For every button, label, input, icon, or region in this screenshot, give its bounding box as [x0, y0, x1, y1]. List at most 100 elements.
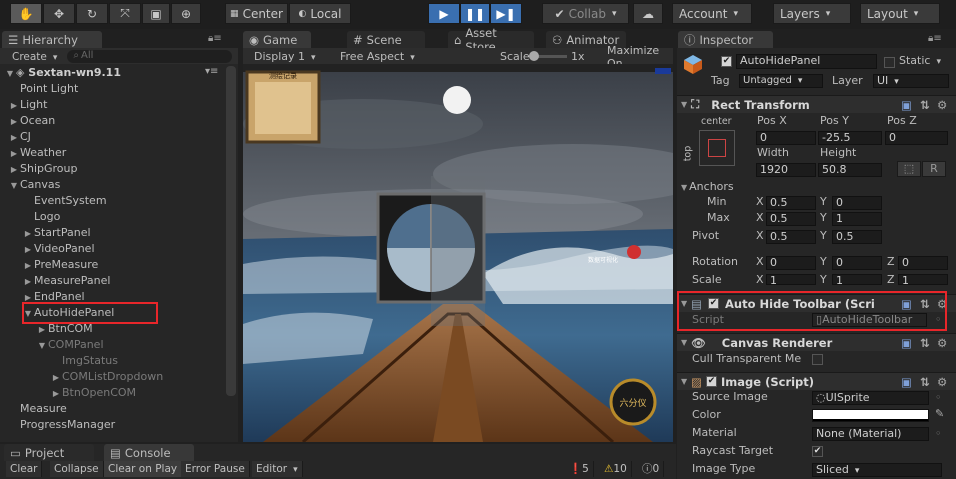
tab-hierarchy[interactable]: ☰ Hierarchy [2, 31, 102, 48]
source-image-field[interactable]: ◌UISprite [812, 391, 929, 405]
move-tool-button[interactable]: ✥ [43, 3, 75, 24]
expand-toggle-icon[interactable]: ▶ [8, 146, 20, 162]
hierarchy-item[interactable]: ▶ Ocean [8, 113, 233, 129]
gear-icon[interactable]: ⚙ [937, 336, 947, 350]
console-clear-on-play-button[interactable]: Clear on Play [104, 461, 183, 477]
display-dropdown[interactable]: Display 1 [254, 50, 316, 63]
pivot-y-field[interactable]: 0.5 [832, 230, 882, 244]
expand-toggle-icon[interactable]: ▼ [8, 178, 20, 194]
play-button[interactable]: ▶ [428, 3, 460, 24]
tab-game[interactable]: ◉ Game [243, 31, 311, 48]
expand-toggle-icon[interactable]: ▶ [8, 98, 20, 114]
expand-toggle-icon[interactable]: ▶ [8, 114, 20, 130]
cloud-button[interactable]: ☁ [633, 3, 663, 24]
create-dropdown[interactable]: Create [12, 51, 57, 63]
raycast-target-checkbox[interactable]: ✔ [812, 446, 823, 457]
scale-y-field[interactable]: 1 [832, 274, 882, 287]
pivot-center-button[interactable]: ▦ Center [225, 3, 288, 24]
lock-icon[interactable]: 🔒︎≡ [208, 33, 222, 44]
image-component-header[interactable]: ▼ ▨ ✔ Image (Script) ▣ ⇅ ⚙ [677, 372, 956, 390]
hierarchy-item[interactable]: ProgressManager [8, 417, 233, 433]
tab-console[interactable]: ▤ Console [104, 444, 194, 461]
expand-toggle-icon[interactable]: ▶ [8, 130, 20, 146]
help-icon[interactable]: ▣ [901, 98, 912, 112]
gear-icon[interactable]: ⚙ [937, 375, 947, 389]
tab-asset-store[interactable]: ⌂ Asset Store [448, 26, 534, 54]
height-field[interactable]: 50.8 [818, 163, 882, 177]
aspect-dropdown[interactable]: Free Aspect [340, 50, 415, 63]
help-icon[interactable]: ▣ [901, 336, 912, 350]
layers-dropdown[interactable]: Layers [773, 3, 851, 24]
hierarchy-item[interactable]: ▶ BtnOpenCOM [50, 385, 275, 401]
hand-tool-button[interactable]: ✋ [10, 3, 42, 24]
raw-edit-button[interactable]: R [922, 161, 946, 177]
hierarchy-item[interactable]: ▶ CJ [8, 129, 233, 145]
scale-tool-button[interactable]: ⤧ [109, 3, 141, 24]
preset-icon[interactable]: ⇅ [920, 336, 930, 350]
expand-toggle-icon[interactable]: ▶ [22, 242, 34, 258]
hierarchy-item[interactable]: ImgStatus [50, 353, 275, 369]
layer-dropdown[interactable]: UI [873, 74, 949, 88]
hierarchy-item[interactable]: Measure [8, 401, 233, 417]
rect-tool-button[interactable]: ▣ [142, 3, 170, 24]
hierarchy-search-input[interactable]: ⌕ All [67, 50, 233, 63]
rot-y-field[interactable]: 0 [832, 256, 882, 270]
console-editor-dropdown[interactable]: Editor [252, 461, 303, 477]
hierarchy-item[interactable]: EventSystem [22, 193, 247, 209]
tag-dropdown[interactable]: Untagged [739, 74, 823, 88]
console-logs-toggle[interactable]: ⓘ0 [638, 461, 665, 477]
expand-toggle-icon[interactable]: ▶ [50, 370, 62, 386]
anchor-preset-button[interactable] [699, 130, 735, 166]
hierarchy-item[interactable]: ▶ Weather [8, 145, 233, 161]
image-enabled-checkbox[interactable]: ✔ [706, 376, 718, 387]
console-warnings-toggle[interactable]: ⚠10 [600, 461, 632, 477]
gear-icon[interactable]: ⚙ [937, 98, 947, 112]
rot-x-field[interactable]: 0 [766, 256, 816, 270]
anchor-max-y-field[interactable]: 1 [832, 212, 882, 226]
expand-toggle-icon[interactable]: ▶ [50, 386, 62, 402]
canvas-renderer-header[interactable]: ▼ 👁︎ Canvas Renderer ▣ ⇅ ⚙ [677, 333, 956, 351]
scale-slider[interactable] [529, 51, 567, 61]
expand-toggle-icon[interactable]: ▶ [22, 258, 34, 274]
anchors-row[interactable]: ▼ Anchors [677, 179, 956, 195]
preset-icon[interactable]: ⇅ [920, 375, 930, 389]
hierarchy-scrollbar[interactable] [226, 66, 236, 396]
account-dropdown[interactable]: Account [672, 3, 752, 24]
layout-dropdown[interactable]: Layout [860, 3, 940, 24]
hierarchy-item[interactable]: ▶ ShipGroup [8, 161, 233, 177]
active-checkbox[interactable]: ✔ [721, 56, 732, 67]
pivot-x-field[interactable]: 0.5 [766, 230, 816, 244]
scene-menu-icon[interactable]: ▾≡ [205, 66, 218, 77]
console-error-pause-button[interactable]: Error Pause [181, 461, 250, 477]
anchor-max-x-field[interactable]: 0.5 [766, 212, 816, 226]
posx-field[interactable]: 0 [756, 131, 816, 145]
pause-button[interactable]: ❚❚ [460, 3, 490, 24]
static-checkbox[interactable] [884, 57, 895, 68]
console-collapse-button[interactable]: Collapse [50, 461, 104, 477]
hierarchy-item[interactable]: ▶ VideoPanel [22, 241, 247, 257]
posy-field[interactable]: -25.5 [818, 131, 882, 145]
cull-transparent-checkbox[interactable] [812, 354, 823, 365]
hierarchy-item[interactable]: Logo [22, 209, 247, 225]
color-swatch[interactable] [812, 409, 929, 422]
step-button[interactable]: ▶❚ [490, 3, 522, 24]
scale-z-field[interactable]: 1 [898, 274, 948, 287]
hierarchy-item[interactable]: ▼ Canvas [8, 177, 233, 193]
rotate-tool-button[interactable]: ↻ [76, 3, 108, 24]
collab-dropdown[interactable]: ✔ Collab [542, 3, 629, 24]
hierarchy-item[interactable]: Point Light [8, 81, 233, 97]
tab-scene[interactable]: # Scene [347, 31, 425, 48]
posz-field[interactable]: 0 [885, 131, 948, 145]
hierarchy-item[interactable]: ▶ MeasurePanel [22, 273, 247, 289]
object-picker-icon[interactable]: ◦ [935, 391, 942, 404]
hierarchy-item[interactable]: ▶ Light [8, 97, 233, 113]
anchor-min-x-field[interactable]: 0.5 [766, 196, 816, 210]
hierarchy-item[interactable]: ▶ StartPanel [22, 225, 247, 241]
tab-inspector[interactable]: ⓘ Inspector [678, 31, 773, 48]
console-errors-toggle[interactable]: ❗5 [565, 461, 594, 477]
object-picker-icon[interactable]: ◦ [935, 427, 942, 440]
help-icon[interactable]: ▣ [901, 375, 912, 389]
pivot-local-button[interactable]: ◐ Local [289, 3, 351, 24]
width-field[interactable]: 1920 [756, 163, 816, 177]
scene-root[interactable]: ▼ ◈ Sextan-wn9.11 [4, 65, 229, 81]
